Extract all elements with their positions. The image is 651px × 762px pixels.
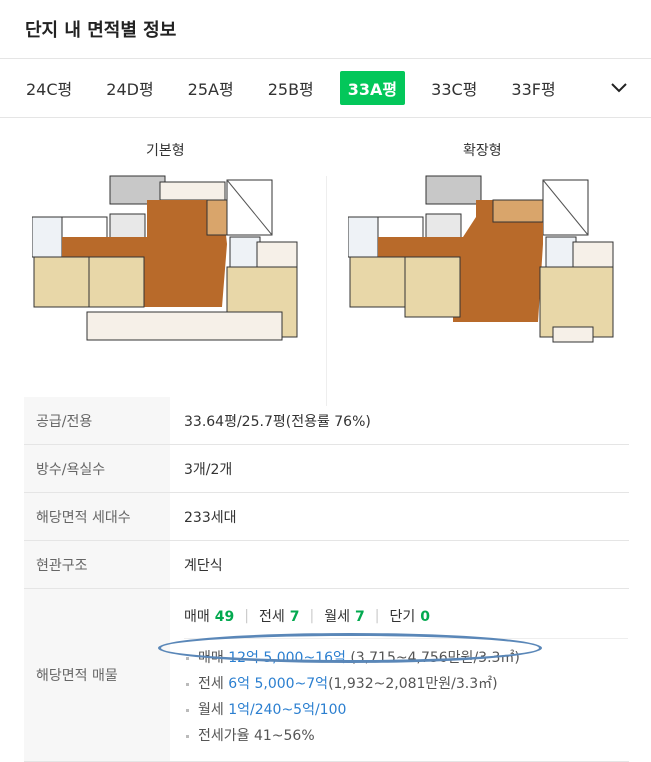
plan-basic-title: 기본형 [146,143,185,159]
divider: | [374,607,380,624]
tab-24d[interactable]: 24D평 [98,71,161,105]
list-item: 매매 12억 5,000~16억 (3,715~4,756만원/3.3㎡) [184,645,628,671]
tab-25a[interactable]: 25A평 [180,71,242,105]
price-link-monthly[interactable]: 1억/240~5억/100 [228,702,346,718]
info-key: 해당면적 매물 [24,588,170,762]
count-jeonse[interactable]: 전세 7 [259,606,300,626]
table-row: 현관구조 계단식 [24,540,629,589]
listing-counts: 매매 49 | 전세 7 | 월세 7 | 단기 0 [184,594,628,639]
count-short[interactable]: 단기 0 [389,606,430,626]
area-tabs: 24C평 24D평 25A평 25B평 33A평 33C평 33F평 [0,59,651,118]
plan-extended-title: 확장형 [463,143,502,159]
tab-33f[interactable]: 33F평 [503,71,563,105]
tab-33c[interactable]: 33C평 [423,71,485,105]
floor-plan-basic-image [32,172,302,347]
floor-plan-extended-image [348,172,618,347]
section-title: 단지 내 면적별 정보 [25,20,177,41]
list-item: 월세 1억/240~5억/100 [184,697,628,723]
tab-33a[interactable]: 33A평 [339,71,406,105]
table-row: 해당면적 세대수 233세대 [24,492,629,541]
plan-divider [326,176,327,406]
info-key: 현관구조 [24,540,170,589]
list-item: 전세가율 41~56% [184,723,628,749]
section-header: 단지 내 면적별 정보 [0,0,651,59]
info-value: 33.64평/25.7평(전용률 76%) [170,397,629,445]
info-key: 방수/욕실수 [24,444,170,493]
count-monthly[interactable]: 월세 7 [324,606,365,626]
table-row: 공급/전용 33.64평/25.7평(전용률 76%) [24,397,629,445]
price-list: 매매 12억 5,000~16억 (3,715~4,756만원/3.3㎡) 전세… [184,639,628,757]
divider: | [309,607,315,624]
info-key: 공급/전용 [24,397,170,445]
tab-24c[interactable]: 24C평 [18,71,80,105]
divider: | [244,607,249,624]
table-row-listings: 해당면적 매물 매매 49 | 전세 7 | 월세 7 | 단기 0 매매 12억 5,… [24,588,629,762]
price-link-jeonse[interactable]: 6억 5,000~7억 [228,676,328,692]
list-item: 전세 6억 5,000~7억(1,932~2,081만원/3.3㎡) [184,671,628,697]
area-info-table: 공급/전용 33.64평/25.7평(전용률 76%) 방수/욕실수 3개/2개… [24,397,629,762]
tab-25b[interactable]: 25B평 [260,71,322,105]
chevron-down-icon[interactable] [609,77,629,97]
info-value: 3개/2개 [170,444,629,493]
table-row: 방수/욕실수 3개/2개 [24,444,629,493]
price-link-sale[interactable]: 12억 5,000~16억 [228,650,346,666]
info-key: 해당면적 세대수 [24,492,170,541]
info-value: 계단식 [170,540,629,589]
floor-plans: 기본형 확장형 [0,118,651,406]
count-sale[interactable]: 매매 49 [184,606,234,626]
info-value: 233세대 [170,492,629,541]
